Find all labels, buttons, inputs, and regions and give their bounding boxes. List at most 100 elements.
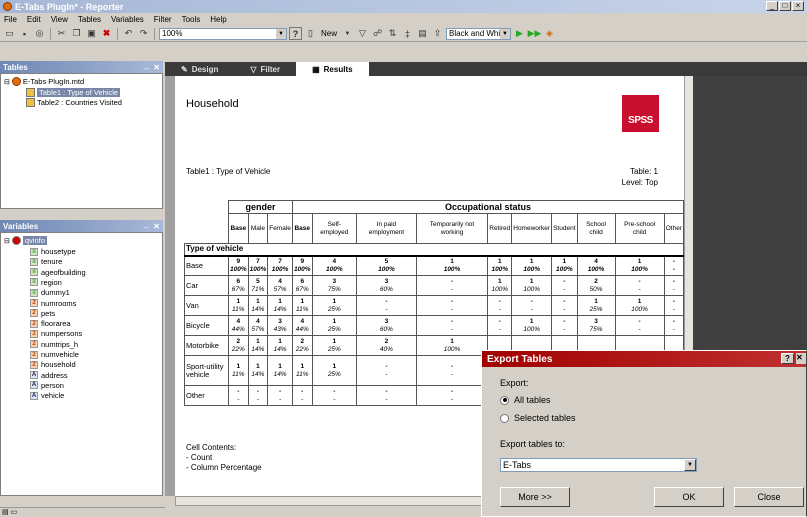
view-tabs: ✎ Design ▽ Filter ▦ Results xyxy=(165,62,807,76)
section-label: Type of vehicle xyxy=(184,243,684,257)
table-cell: 4 44% xyxy=(228,315,249,336)
menu-variables[interactable]: Variables xyxy=(111,15,144,24)
table-cell: 1 11% xyxy=(228,295,249,316)
table-cell: 1 100% xyxy=(487,255,513,276)
delete-icon[interactable]: ✖ xyxy=(100,27,113,40)
variable-item[interactable]: ≡ housetype xyxy=(30,247,76,256)
export-to-select[interactable]: E-Tabs ▼ xyxy=(500,458,697,472)
table-cell: 4 100% xyxy=(576,255,616,276)
new-button[interactable]: New xyxy=(319,29,339,38)
table-cell: 1 100% xyxy=(511,255,553,276)
split-icon[interactable]: ‡ xyxy=(401,27,414,40)
tab-results[interactable]: ▦ Results xyxy=(296,62,369,76)
variable-item[interactable]: 2 numvehicle xyxy=(30,350,79,359)
table-cell: 3 43% xyxy=(267,315,293,336)
variable-item[interactable]: ≡ dummy1 xyxy=(30,288,70,297)
copy-icon[interactable]: ❐ xyxy=(70,27,83,40)
table-cell: 2 22% xyxy=(291,335,313,356)
menu-view[interactable]: View xyxy=(51,15,68,24)
zoom-select[interactable]: 100% ▼ xyxy=(159,27,287,40)
menu-tables[interactable]: Tables xyxy=(78,15,101,24)
undo-icon[interactable]: ↶ xyxy=(122,27,135,40)
run-all-icon[interactable]: ▶▶ xyxy=(528,27,542,40)
variable-item[interactable]: 2 numpersons xyxy=(30,329,82,338)
dialog-close-icon[interactable]: ✕ xyxy=(796,353,806,364)
view-toggle-icon[interactable]: ▤ ▭ xyxy=(2,508,17,516)
table-cell: -- xyxy=(415,355,489,386)
run-icon[interactable]: ▶ xyxy=(513,27,526,40)
table-cell: -- xyxy=(228,385,249,406)
table-level: Level: Top xyxy=(621,178,658,187)
ok-button[interactable]: OK xyxy=(654,487,724,507)
variable-item[interactable]: 2 numrooms xyxy=(30,299,76,308)
variable-item[interactable]: 2 floorarea xyxy=(30,319,71,328)
maximize-button[interactable]: □ xyxy=(779,1,791,11)
cut-icon[interactable]: ✂ xyxy=(55,27,68,40)
column-header: Retired xyxy=(487,213,513,244)
table-cell: 1 11% xyxy=(228,355,249,386)
chart-icon[interactable]: ▤ xyxy=(416,27,429,40)
table-cell: 1 14% xyxy=(247,355,269,386)
menu-help[interactable]: Help xyxy=(210,15,226,24)
report-icon[interactable]: ◈ xyxy=(543,27,556,40)
dialog-help-button[interactable]: ? xyxy=(781,353,794,364)
more-button[interactable]: More >> xyxy=(500,487,570,507)
table-row: Van 1 11% 1 14% 1 14% 1 11% 1 25% - - - - - - - - - -1 25% 1 10… xyxy=(184,295,685,316)
redo-icon[interactable]: ↷ xyxy=(137,27,150,40)
editor-gutter xyxy=(165,76,175,506)
filter-icon[interactable]: ▽ xyxy=(356,27,369,40)
table-cell: 1 14% xyxy=(267,335,293,356)
variables-panel-header: Variables ← ✕ xyxy=(0,220,163,232)
variable-item[interactable]: 2 household xyxy=(30,360,76,369)
new-dropdown-icon[interactable]: ▼ xyxy=(341,27,354,40)
table-cell: 1 11% xyxy=(291,355,313,386)
sort-icon[interactable]: ⇅ xyxy=(386,27,399,40)
export-icon[interactable]: ⇪ xyxy=(431,27,444,40)
close-button[interactable]: Close xyxy=(734,487,804,507)
variable-item[interactable]: 2 numtrips_h xyxy=(30,340,78,349)
variable-item[interactable]: Avehicle xyxy=(30,391,64,400)
table-cell: 7 100% xyxy=(267,255,293,276)
tables-panel-controls[interactable]: ← ✕ xyxy=(143,63,160,72)
table-cell: 1 25% xyxy=(311,335,358,356)
radio-all-tables[interactable]: All tables xyxy=(500,395,551,405)
table-cell: -- xyxy=(551,295,578,316)
close-window-button[interactable]: × xyxy=(792,1,804,11)
menu-file[interactable]: File xyxy=(4,15,17,24)
variables-root[interactable]: ⊟ qvinfo xyxy=(4,236,47,245)
variable-item[interactable]: ≡ tenure xyxy=(30,257,62,266)
export-tables-dialog: Export Tables ? ✕ Export: All tables Sel… xyxy=(481,350,807,517)
tab-design[interactable]: ✎ Design xyxy=(165,62,234,76)
properties-icon[interactable]: ☍ xyxy=(371,27,384,40)
tab-filter[interactable]: ▽ Filter xyxy=(234,62,296,76)
new-icon[interactable]: ▯ xyxy=(304,27,317,40)
paste-icon[interactable]: ▣ xyxy=(85,27,98,40)
variable-item[interactable]: Aperson xyxy=(30,381,64,390)
table-cell: -- xyxy=(663,315,685,336)
save-icon[interactable]: ▪ xyxy=(18,27,31,40)
tree-item-table1[interactable]: Table1 : Type of Vehicle xyxy=(26,88,121,97)
variable-item[interactable]: 2 pets xyxy=(30,309,55,318)
menu-edit[interactable]: Edit xyxy=(27,15,41,24)
variable-type-icon: A xyxy=(30,371,38,380)
table-icon xyxy=(26,98,35,107)
variable-item[interactable]: ≡ ageofbuilding xyxy=(30,268,86,277)
help-icon[interactable]: ? xyxy=(289,27,302,40)
menu-filter[interactable]: Filter xyxy=(154,15,172,24)
table-cell: -- xyxy=(291,385,313,406)
tree-item-table2[interactable]: Table2 : Countries Visited xyxy=(26,98,122,107)
menu-tools[interactable]: Tools xyxy=(182,15,201,24)
color-mode-select[interactable]: Black and White ▼ xyxy=(446,27,512,40)
open-icon[interactable]: ▭ xyxy=(3,27,16,40)
table-cell: 1 14% xyxy=(267,355,293,386)
radio-selected-tables[interactable]: Selected tables xyxy=(500,413,576,423)
column-header: Pre-school child xyxy=(614,213,665,244)
minimize-button[interactable]: _ xyxy=(766,1,778,11)
title-bar: E-Tabs PlugIn* - Reporter _ □ × xyxy=(0,0,807,13)
variable-type-icon: 2 xyxy=(30,299,38,307)
variable-item[interactable]: Aaddress xyxy=(30,371,68,380)
variables-panel-controls[interactable]: ← ✕ xyxy=(143,222,160,231)
find-icon[interactable]: ◎ xyxy=(33,27,46,40)
variable-item[interactable]: ≡ region xyxy=(30,278,62,287)
tables-root[interactable]: ⊟ E-Tabs PlugIn.mtd xyxy=(4,77,84,86)
